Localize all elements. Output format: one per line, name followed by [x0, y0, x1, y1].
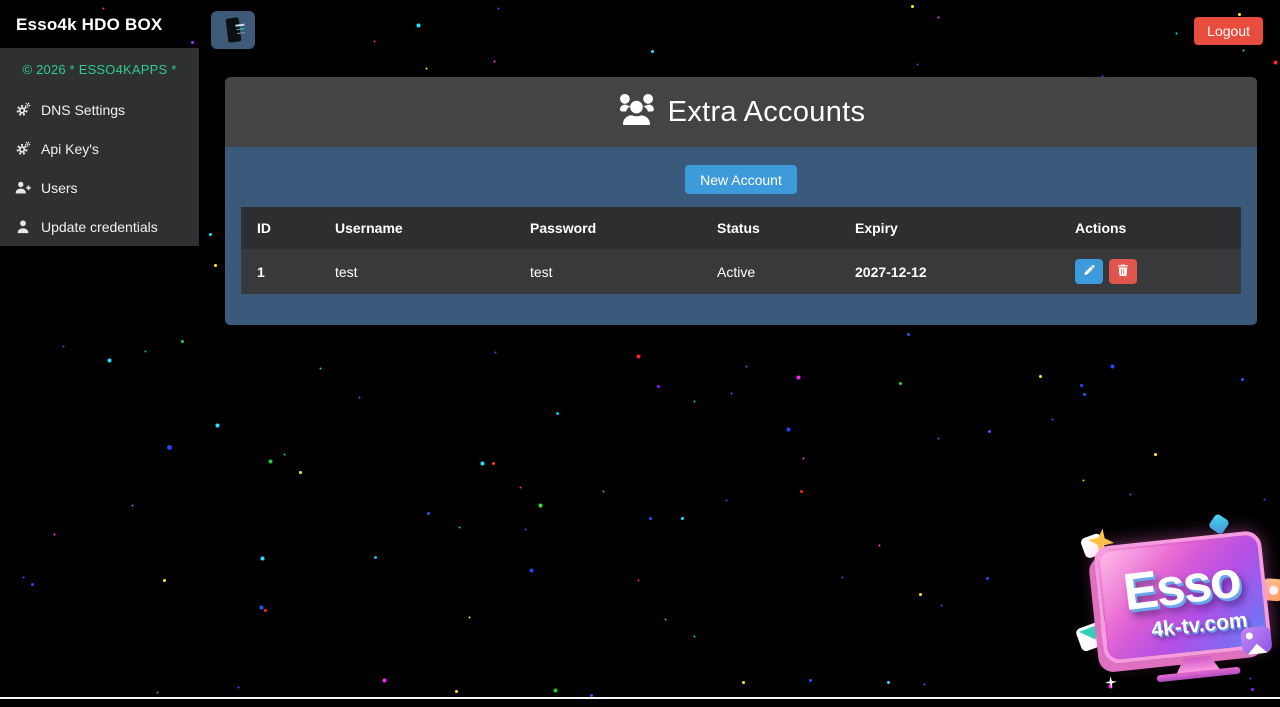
cell-password: test — [514, 249, 701, 294]
sparkle-icon — [1104, 676, 1117, 689]
column-header-status: Status — [701, 207, 839, 249]
sidebar-item-label: Api Key's — [41, 141, 99, 157]
picture-icon — [1240, 625, 1273, 655]
panel-title: Extra Accounts — [668, 96, 866, 129]
logo-decoration-diamond — [1208, 513, 1230, 535]
column-header-id: ID — [241, 207, 319, 249]
app-logo-thumbnail[interactable] — [211, 11, 255, 49]
sidebar-item-label: Users — [41, 180, 78, 196]
sidebar-item-dns-settings[interactable]: DNS Settings — [0, 90, 199, 129]
sidebar-item-label: Update credentials — [41, 219, 158, 235]
table-header-row: ID Username Password Status Expiry Actio… — [241, 207, 1241, 249]
delete-button[interactable] — [1109, 259, 1137, 284]
users-icon — [617, 94, 656, 130]
column-header-password: Password — [514, 207, 701, 249]
panel-body: New Account ID Username Password Status … — [225, 147, 1257, 325]
cogs-icon — [14, 102, 31, 118]
cogs-icon — [14, 141, 31, 157]
user-plus-icon — [14, 180, 31, 196]
tv-box-icon — [225, 17, 241, 42]
column-header-username: Username — [319, 207, 514, 249]
sidebar: © 2026 * ESSO4KAPPS * DNS Settings Api K… — [0, 48, 199, 246]
column-header-expiry: Expiry — [839, 207, 1059, 249]
new-account-button[interactable]: New Account — [685, 165, 797, 194]
sidebar-copyright: © 2026 * ESSO4KAPPS * — [0, 48, 199, 90]
cell-expiry: 2027-12-12 — [839, 249, 1059, 294]
sidebar-item-update-credentials[interactable]: Update credentials — [0, 207, 199, 246]
logout-button[interactable]: Logout — [1194, 17, 1263, 45]
esso-4ktv-logo: Esso 4k-tv.com — [1080, 518, 1280, 706]
logo-wordmark: Esso — [1120, 553, 1242, 619]
trash-icon — [1117, 264, 1129, 279]
table-row: 1 test test Active 2027-12-12 — [241, 249, 1241, 294]
cell-actions — [1059, 249, 1241, 294]
column-header-actions: Actions — [1059, 207, 1241, 249]
panel-header: Extra Accounts — [225, 77, 1257, 147]
cell-status: Active — [701, 249, 839, 294]
cell-username: test — [319, 249, 514, 294]
accounts-table: ID Username Password Status Expiry Actio… — [241, 207, 1241, 294]
pencil-icon — [1083, 264, 1095, 279]
cell-id: 1 — [241, 249, 319, 294]
user-icon — [14, 219, 31, 235]
edit-button[interactable] — [1075, 259, 1103, 284]
sidebar-item-users[interactable]: Users — [0, 168, 199, 207]
sidebar-item-api-keys[interactable]: Api Key's — [0, 129, 199, 168]
extra-accounts-panel: Extra Accounts New Account ID Username P… — [225, 77, 1257, 325]
app-title: Esso4k HDO BOX — [16, 15, 162, 35]
starfield-background — [0, 0, 3, 3]
sidebar-item-label: DNS Settings — [41, 102, 125, 118]
